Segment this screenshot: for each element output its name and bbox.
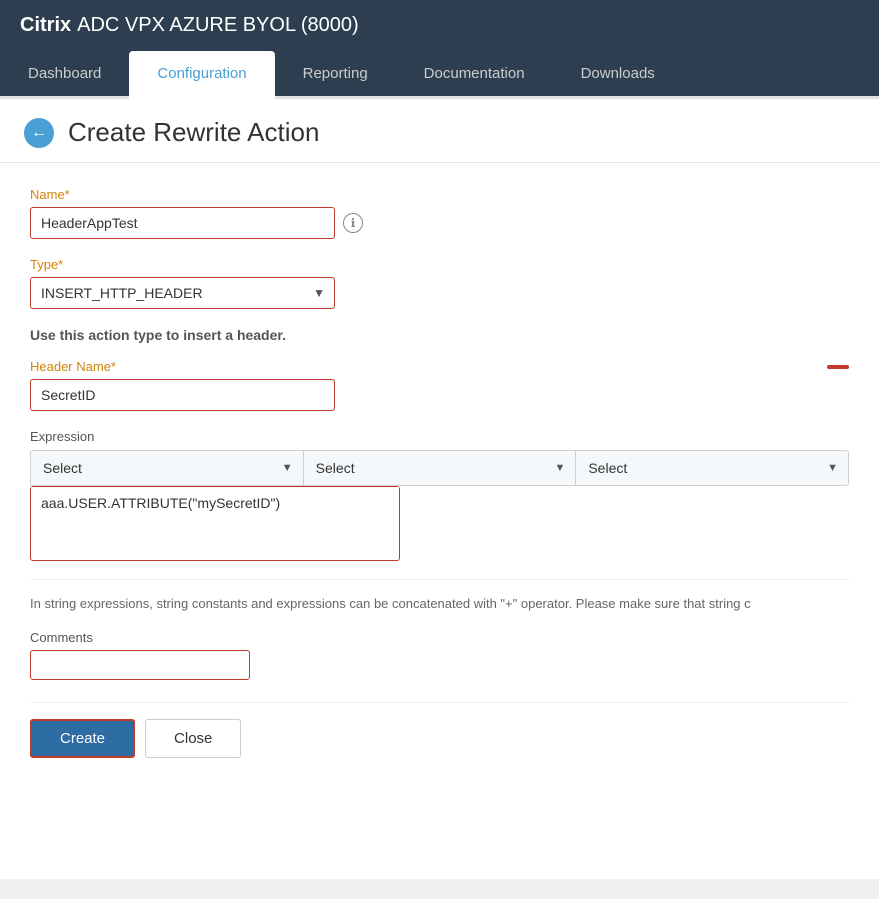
header-name-label: Header Name* [30, 359, 116, 374]
back-button[interactable]: ← [24, 118, 54, 148]
name-group: Name* ℹ [30, 187, 849, 239]
expr-select-2[interactable]: Select [304, 451, 576, 485]
minus-button[interactable] [827, 365, 849, 369]
expr-select-wrapper-2: Select ▼ [304, 451, 577, 485]
name-input[interactable] [30, 207, 335, 239]
tab-configuration[interactable]: Configuration [129, 51, 274, 99]
info-icon[interactable]: ℹ [343, 213, 363, 233]
expression-group: Expression Select ▼ Select ▼ [30, 429, 849, 561]
action-info-text: Use this action type to insert a header. [30, 327, 849, 343]
header-name-group: Header Name* [30, 359, 849, 411]
page-content: ← Create Rewrite Action Name* ℹ Type* IN… [0, 99, 879, 879]
create-button[interactable]: Create [30, 719, 135, 758]
type-group: Type* INSERT_HTTP_HEADER DELETE_HTTP_HEA… [30, 257, 849, 309]
app-title-citrix: Citrix [20, 14, 71, 37]
type-label: Type* [30, 257, 849, 272]
comments-input[interactable] [30, 650, 250, 680]
name-input-row: ℹ [30, 207, 849, 239]
close-button[interactable]: Close [145, 719, 241, 758]
page-title: Create Rewrite Action [68, 117, 319, 148]
header-name-row: Header Name* [30, 359, 849, 379]
app-header: Citrix ADC VPX AZURE BYOL (8000) [0, 0, 879, 51]
header-name-input[interactable] [30, 379, 335, 411]
nav-tabs: Dashboard Configuration Reporting Docume… [0, 51, 879, 99]
tab-documentation[interactable]: Documentation [396, 51, 553, 99]
expr-select-3[interactable]: Select [576, 451, 848, 485]
info-string: In string expressions, string constants … [30, 579, 849, 614]
app-title-rest: ADC VPX AZURE BYOL (8000) [77, 14, 359, 37]
name-label: Name* [30, 187, 849, 202]
expr-select-wrapper-3: Select ▼ [576, 451, 848, 485]
expression-textarea-wrapper: aaa.USER.ATTRIBUTE("mySecretID") [30, 486, 400, 561]
expression-label: Expression [30, 429, 849, 444]
expression-textarea[interactable]: aaa.USER.ATTRIBUTE("mySecretID") [31, 487, 399, 557]
comments-group: Comments [30, 630, 849, 680]
form-footer: Create Close [30, 702, 849, 758]
form-area: Name* ℹ Type* INSERT_HTTP_HEADER DELETE_… [0, 163, 879, 782]
tab-downloads[interactable]: Downloads [553, 51, 683, 99]
type-select[interactable]: INSERT_HTTP_HEADER DELETE_HTTP_HEADER RE… [30, 277, 335, 309]
type-select-wrapper: INSERT_HTTP_HEADER DELETE_HTTP_HEADER RE… [30, 277, 335, 309]
expression-selects: Select ▼ Select ▼ Select ▼ [30, 450, 849, 486]
tab-dashboard[interactable]: Dashboard [0, 51, 129, 99]
tab-reporting[interactable]: Reporting [275, 51, 396, 99]
expr-select-wrapper-1: Select ▼ [31, 451, 304, 485]
page-title-bar: ← Create Rewrite Action [0, 99, 879, 163]
comments-label: Comments [30, 630, 849, 645]
expr-select-1[interactable]: Select [31, 451, 303, 485]
